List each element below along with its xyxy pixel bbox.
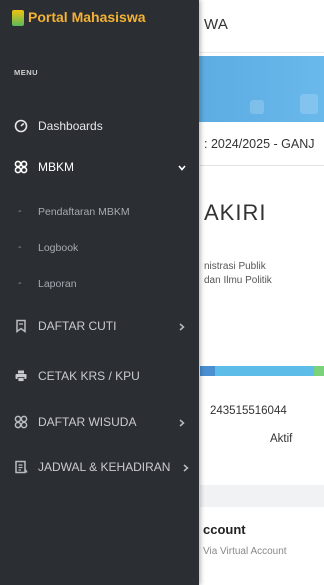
student-name: AKIRI	[204, 200, 267, 225]
sidebar-item-label: MBKM	[38, 160, 74, 174]
study-program: nistrasi Publik dan Ilmu Politik	[204, 260, 272, 288]
brand[interactable]: Portal Mahasiswa	[0, 0, 199, 38]
dash-icon: -	[18, 277, 22, 289]
grid-icon	[14, 160, 28, 174]
banner-decoration	[250, 100, 264, 114]
student-nim: 243515516044	[210, 405, 287, 417]
chevron-down-icon	[178, 165, 186, 171]
progress-strip	[200, 366, 324, 376]
sidebar-item-daftar-wisuda[interactable]: DAFTAR WISUDA	[0, 410, 199, 436]
section-divider	[200, 485, 324, 507]
dash-icon: -	[18, 205, 22, 217]
printer-icon	[15, 370, 27, 382]
sidebar: Portal Mahasiswa MENU Dashboards MBKM - …	[0, 0, 199, 585]
sidebar-item-label: Dashboards	[38, 119, 103, 133]
dash-icon: -	[18, 241, 22, 253]
sidebar-subitem-pendaftaran-mbkm[interactable]: - Pendaftaran MBKM	[0, 200, 199, 226]
study-program-line: dan Ilmu Politik	[204, 275, 272, 286]
sidebar-item-dashboards[interactable]: Dashboards	[0, 114, 199, 140]
brand-title: Portal Mahasiswa	[28, 9, 146, 25]
menu-section-label: MENU	[14, 68, 39, 77]
sidebar-subitem-logbook[interactable]: - Logbook	[0, 236, 199, 262]
sidebar-item-jadwal-kehadiran[interactable]: JADWAL & KEHADIRAN	[0, 455, 199, 481]
gauge-icon	[14, 119, 28, 133]
sidebar-item-label: DAFTAR WISUDA	[38, 415, 137, 429]
sidebar-item-label: CETAK KRS / KPU	[38, 369, 140, 383]
sidebar-subitem-laporan[interactable]: - Laporan	[0, 272, 199, 298]
brand-logo-icon	[12, 10, 24, 26]
sidebar-item-cetak-krs-kpu[interactable]: CETAK KRS / KPU	[0, 364, 199, 390]
sidebar-subitem-label: Pendaftaran MBKM	[38, 206, 130, 218]
grid-icon	[14, 415, 28, 429]
chevron-right-icon	[179, 419, 185, 427]
list-icon	[15, 460, 28, 474]
sidebar-item-label: JADWAL & KEHADIRAN	[38, 460, 171, 474]
bookmark-icon	[16, 319, 26, 333]
student-status: Aktif	[270, 433, 293, 445]
sidebar-item-mbkm[interactable]: MBKM	[0, 155, 199, 181]
banner-decoration	[300, 94, 318, 114]
academic-period: : 2024/2025 - GANJ	[204, 137, 315, 151]
chevron-right-icon	[183, 464, 189, 472]
chevron-right-icon	[179, 323, 185, 331]
account-section-subtitle: Via Virtual Account	[203, 546, 287, 557]
sidebar-item-label: DAFTAR CUTI	[38, 319, 117, 333]
study-program-line: nistrasi Publik	[204, 261, 266, 272]
divider	[200, 165, 324, 166]
sidebar-subitem-label: Laporan	[38, 278, 77, 290]
navbar-title: WA	[204, 16, 229, 33]
sidebar-subitem-label: Logbook	[38, 242, 79, 254]
account-section-title: ccount	[203, 522, 246, 537]
sidebar-item-daftar-cuti[interactable]: DAFTAR CUTI	[0, 314, 199, 340]
